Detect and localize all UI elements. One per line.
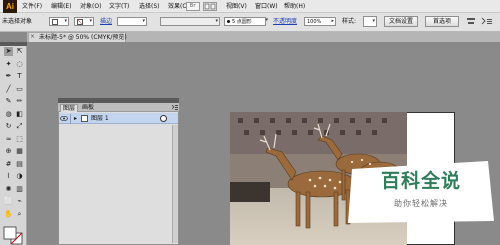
menu-window[interactable]: 窗口(W): [255, 2, 278, 11]
hand-tool-icon[interactable]: ✋: [4, 210, 13, 219]
selection-tool-icon[interactable]: ➤: [4, 47, 13, 56]
type-tool-icon[interactable]: T: [15, 72, 24, 81]
symbol-sprayer-icon[interactable]: ✺: [4, 185, 13, 194]
fill-color-dropdown[interactable]: ▾: [49, 17, 69, 26]
stroke-swatch: [77, 19, 83, 25]
menu-select[interactable]: 选择(S): [139, 2, 160, 11]
column-graph-icon[interactable]: ▥: [15, 185, 24, 194]
selection-status: 未选择对象: [2, 18, 33, 25]
menu-object[interactable]: 对象(O): [80, 2, 101, 11]
blob-brush-icon[interactable]: ◍: [4, 110, 13, 119]
line-tool-icon[interactable]: ╱: [4, 85, 13, 94]
chevron-down-icon: ▾: [372, 18, 375, 24]
chevron-down-icon: ▾: [89, 18, 92, 24]
chevron-down-icon: ▾: [265, 17, 268, 23]
magic-wand-icon[interactable]: ✦: [4, 60, 13, 69]
lasso-icon[interactable]: ◌: [15, 60, 24, 69]
arrange-documents-button[interactable]: [203, 2, 217, 11]
tools-panel-titlebar[interactable]: [0, 42, 27, 46]
paintbrush-icon[interactable]: ✎: [4, 97, 13, 106]
zoom-tool-icon[interactable]: ⌕: [15, 210, 24, 219]
menu-bar: [0, 0, 500, 13]
free-transform-icon[interactable]: ⬚: [15, 135, 24, 144]
shape-builder-icon[interactable]: ⊕: [4, 147, 13, 156]
menu-file[interactable]: 文件(F): [22, 2, 42, 11]
control-menu-icon[interactable]: [481, 17, 493, 26]
variable-width-profile[interactable]: ▾: [160, 17, 220, 26]
direct-selection-tool-icon[interactable]: ⇱: [15, 47, 24, 56]
mesh-icon[interactable]: #: [4, 160, 13, 169]
blend-icon[interactable]: ◑: [15, 172, 24, 181]
panel-menu-icon[interactable]: [171, 104, 178, 112]
slice-tool-icon[interactable]: ⌁: [15, 197, 24, 206]
pencil-icon[interactable]: ✏: [15, 97, 24, 106]
chevron-down-icon: ▾: [64, 18, 67, 24]
chevron-right-icon: ▸: [331, 18, 334, 24]
rectangle-tool-icon[interactable]: ▭: [15, 85, 24, 94]
bridge-button[interactable]: Br: [186, 2, 200, 11]
fill-stroke-swatch[interactable]: [2, 226, 24, 245]
opacity-value: 100%: [307, 19, 322, 25]
gradient-icon[interactable]: ▤: [15, 160, 24, 169]
brush-value: 5 点圆形: [232, 19, 252, 25]
pen-tool-icon[interactable]: ✒: [4, 72, 13, 81]
style-label: 样式:: [342, 18, 357, 25]
layer-row-divider: [70, 114, 71, 124]
rotate-icon[interactable]: ↻: [4, 122, 13, 131]
menu-view[interactable]: 视图(V): [226, 2, 247, 11]
close-icon[interactable]: ×: [30, 33, 36, 40]
menu-help[interactable]: 帮助(H): [284, 2, 305, 11]
eraser-icon[interactable]: ◧: [15, 110, 24, 119]
chevron-down-icon: ▾: [215, 18, 218, 24]
artboard-tool-icon[interactable]: ⬜: [4, 197, 13, 206]
opacity-input[interactable]: 100% ▸: [304, 17, 336, 26]
layer-name[interactable]: 图层 1: [91, 114, 109, 123]
layer-thumbnail: [81, 115, 88, 122]
opacity-link[interactable]: 不透明度: [273, 18, 297, 26]
brush-definition-dropdown[interactable]: 5 点圆形: [224, 17, 266, 26]
arrange-documents-icon: [204, 3, 216, 10]
stroke-weight-input[interactable]: ▾: [117, 17, 147, 26]
eyedropper-icon[interactable]: ⌇: [4, 172, 13, 181]
menu-edit[interactable]: 编辑(E): [51, 2, 71, 11]
stroke-link[interactable]: 描边: [100, 18, 112, 26]
fill-swatch: [52, 19, 58, 25]
scale-icon[interactable]: ⤢: [15, 122, 24, 131]
app-logo: Ai: [3, 0, 17, 13]
document-setup-button[interactable]: 文档设置: [384, 16, 418, 27]
perspective-grid-icon[interactable]: ▦: [15, 147, 24, 156]
panel-scrollbar[interactable]: [172, 125, 178, 243]
width-tool-icon[interactable]: ≈: [4, 135, 13, 144]
document-tab[interactable]: 未标题-5* @ 50% (CMYK/预览): [28, 32, 127, 42]
chevron-down-icon: ▾: [142, 18, 145, 24]
menu-type[interactable]: 文字(T): [109, 2, 129, 11]
target-circle-icon[interactable]: [160, 115, 167, 122]
graphic-style-dropdown[interactable]: ▾: [363, 16, 377, 27]
expand-arrow-icon[interactable]: ▸: [74, 115, 79, 122]
eye-icon[interactable]: [60, 115, 68, 122]
stroke-color-dropdown[interactable]: ▾: [74, 17, 94, 26]
preferences-button[interactable]: 首选项: [425, 16, 459, 27]
brush-dot-icon: [227, 20, 230, 23]
watermark-subtitle: 助你轻松解决: [394, 199, 448, 208]
tab-artboards[interactable]: 画板: [80, 104, 96, 112]
align-icon[interactable]: [466, 17, 476, 26]
watermark-title: 百科全说: [380, 170, 461, 192]
tab-layers[interactable]: 图层: [60, 104, 79, 112]
